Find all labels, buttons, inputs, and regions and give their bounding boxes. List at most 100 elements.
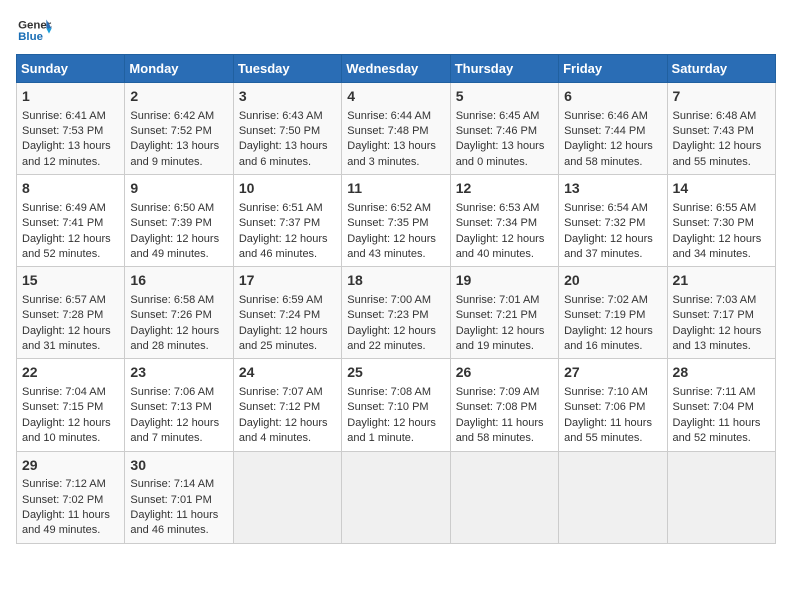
day-info-line: Sunrise: 7:10 AM [564,385,661,400]
day-info-line: Sunset: 7:17 PM [673,308,770,323]
day-info-line: Sunset: 7:28 PM [22,308,119,323]
day-info-line: Sunset: 7:21 PM [456,308,553,323]
day-info-line: and 58 minutes. [564,155,661,170]
day-info-line: Sunrise: 6:42 AM [130,109,227,124]
calendar-week-1: 1Sunrise: 6:41 AMSunset: 7:53 PMDaylight… [17,83,776,175]
calendar-week-4: 22Sunrise: 7:04 AMSunset: 7:15 PMDayligh… [17,359,776,451]
calendar-cell: 8Sunrise: 6:49 AMSunset: 7:41 PMDaylight… [17,175,125,267]
calendar-header: SundayMondayTuesdayWednesdayThursdayFrid… [17,55,776,83]
day-number: 30 [130,456,227,476]
day-number: 25 [347,363,444,383]
day-info-line: and 46 minutes. [130,523,227,538]
day-info-line: Daylight: 12 hours [673,324,770,339]
calendar-cell: 27Sunrise: 7:10 AMSunset: 7:06 PMDayligh… [559,359,667,451]
logo: General Blue [16,16,52,46]
day-info-line: Sunset: 7:43 PM [673,124,770,139]
calendar-cell: 12Sunrise: 6:53 AMSunset: 7:34 PMDayligh… [450,175,558,267]
day-info-line: Sunset: 7:34 PM [456,216,553,231]
day-number: 6 [564,87,661,107]
header-day-thursday: Thursday [450,55,558,83]
day-number: 11 [347,179,444,199]
day-info-line: Daylight: 12 hours [456,324,553,339]
day-info-line: and 13 minutes. [673,339,770,354]
day-info-line: Sunset: 7:24 PM [239,308,336,323]
day-number: 27 [564,363,661,383]
calendar-cell: 21Sunrise: 7:03 AMSunset: 7:17 PMDayligh… [667,267,775,359]
day-info-line: Sunrise: 7:08 AM [347,385,444,400]
day-info-line: Sunrise: 6:59 AM [239,293,336,308]
day-info-line: and 9 minutes. [130,155,227,170]
day-info-line: and 4 minutes. [239,431,336,446]
day-number: 12 [456,179,553,199]
day-info-line: Daylight: 12 hours [130,416,227,431]
day-info-line: Sunrise: 7:12 AM [22,477,119,492]
day-info-line: Sunrise: 7:04 AM [22,385,119,400]
day-info-line: Sunrise: 6:43 AM [239,109,336,124]
day-info-line: and 40 minutes. [456,247,553,262]
calendar-cell: 16Sunrise: 6:58 AMSunset: 7:26 PMDayligh… [125,267,233,359]
day-info-line: and 19 minutes. [456,339,553,354]
day-info-line: Sunrise: 7:00 AM [347,293,444,308]
header-day-tuesday: Tuesday [233,55,341,83]
day-number: 18 [347,271,444,291]
calendar-cell: 25Sunrise: 7:08 AMSunset: 7:10 PMDayligh… [342,359,450,451]
header-day-sunday: Sunday [17,55,125,83]
day-info-line: Sunset: 7:01 PM [130,493,227,508]
day-number: 1 [22,87,119,107]
day-info-line: Sunrise: 6:49 AM [22,201,119,216]
day-number: 14 [673,179,770,199]
day-info-line: Daylight: 13 hours [347,139,444,154]
day-info-line: Sunset: 7:04 PM [673,400,770,415]
day-number: 15 [22,271,119,291]
calendar-cell: 10 Sunrise: 6:51 AMSunset: 7:37 PMDayligh… [233,175,341,267]
header: General Blue [16,16,776,46]
calendar-week-3: 15Sunrise: 6:57 AMSunset: 7:28 PMDayligh… [17,267,776,359]
day-info-line: Daylight: 12 hours [347,232,444,247]
day-info-line: Daylight: 12 hours [239,232,336,247]
day-info-line: and 10 minutes. [22,431,119,446]
calendar-cell: 6Sunrise: 6:46 AMSunset: 7:44 PMDaylight… [559,83,667,175]
day-info-line: Sunset: 7:02 PM [22,493,119,508]
day-info-line: Daylight: 12 hours [239,324,336,339]
day-info-line: Sunrise: 7:11 AM [673,385,770,400]
day-info-line: Sunset: 7:15 PM [22,400,119,415]
day-info-line: Daylight: 13 hours [239,139,336,154]
day-number: 8 [22,179,119,199]
header-day-wednesday: Wednesday [342,55,450,83]
day-info-line: Daylight: 12 hours [22,416,119,431]
day-info-line: Sunset: 7:23 PM [347,308,444,323]
day-info-line: Sunset: 7:37 PM [239,216,336,231]
day-number: 10 [239,179,336,199]
calendar-cell: 20Sunrise: 7:02 AMSunset: 7:19 PMDayligh… [559,267,667,359]
day-info-line: and 55 minutes. [673,155,770,170]
calendar-cell: 28Sunrise: 7:11 AMSunset: 7:04 PMDayligh… [667,359,775,451]
day-info-line: and 52 minutes. [22,247,119,262]
calendar-cell: 1Sunrise: 6:41 AMSunset: 7:53 PMDaylight… [17,83,125,175]
day-info-line: Sunset: 7:41 PM [22,216,119,231]
day-info-line: and 49 minutes. [130,247,227,262]
day-info-line: and 55 minutes. [564,431,661,446]
day-info-line: Daylight: 12 hours [130,232,227,247]
day-info-line: Sunset: 7:46 PM [456,124,553,139]
day-info-line: Sunset: 7:12 PM [239,400,336,415]
day-number: 17 [239,271,336,291]
calendar-cell: 15Sunrise: 6:57 AMSunset: 7:28 PMDayligh… [17,267,125,359]
calendar-cell [667,451,775,543]
day-info-line: Daylight: 12 hours [22,324,119,339]
day-info-line: Sunrise: 6:53 AM [456,201,553,216]
calendar-cell: 24Sunrise: 7:07 AMSunset: 7:12 PMDayligh… [233,359,341,451]
day-info-line: Sunrise: 6:51 AM [239,201,336,216]
day-number: 5 [456,87,553,107]
day-info-line: Sunrise: 7:02 AM [564,293,661,308]
day-info-line: Daylight: 12 hours [564,324,661,339]
day-info-line: and 58 minutes. [456,431,553,446]
day-info-line: and 3 minutes. [347,155,444,170]
day-info-line: Sunrise: 7:07 AM [239,385,336,400]
day-number: 3 [239,87,336,107]
day-info-line: and 37 minutes. [564,247,661,262]
day-info-line: Sunrise: 6:50 AM [130,201,227,216]
calendar-cell: 29Sunrise: 7:12 AMSunset: 7:02 PMDayligh… [17,451,125,543]
day-info-line: Sunrise: 6:45 AM [456,109,553,124]
day-number: 2 [130,87,227,107]
day-info-line: Sunrise: 6:48 AM [673,109,770,124]
